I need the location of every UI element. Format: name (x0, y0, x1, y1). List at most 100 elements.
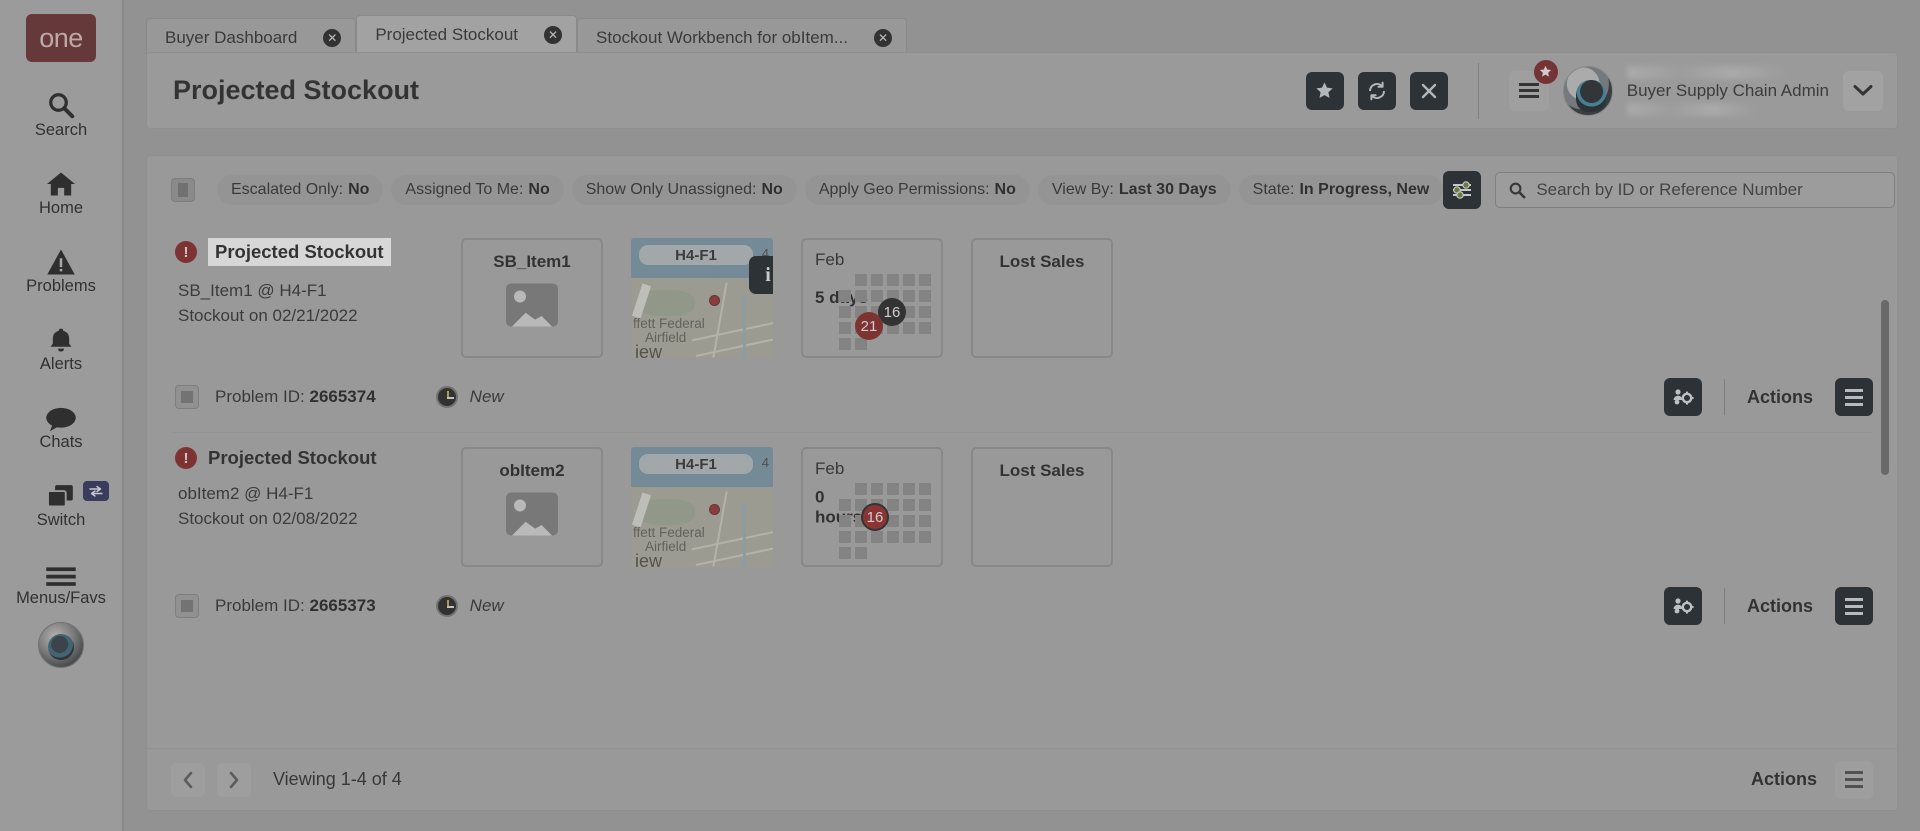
chip-label: Show Only Unassigned: (586, 181, 757, 199)
chip-value: No (528, 181, 549, 199)
search-input-wrap[interactable] (1495, 172, 1895, 208)
filter-chip-state[interactable]: State: In Progress, New (1239, 175, 1444, 205)
user-org-redacted (1627, 103, 1757, 116)
refresh-icon (1366, 80, 1388, 102)
filter-chip-show-only-unassigned[interactable]: Show Only Unassigned: No (572, 175, 797, 205)
calendar-card[interactable]: Feb 5 days 16 21 (801, 238, 943, 358)
row-checkbox[interactable] (175, 594, 199, 618)
tab-stockout-workbench[interactable]: Stockout Workbench for obItem... ✕ (577, 18, 907, 56)
tab-label: Buyer Dashboard (165, 28, 297, 48)
row-checkbox[interactable] (175, 385, 199, 409)
map-card[interactable]: H4-F1 4 ffett Federal Airfield iew (631, 447, 773, 567)
lost-sales-card[interactable]: Lost Sales (971, 447, 1113, 567)
user-menu-caret[interactable] (1843, 71, 1883, 111)
tab-label: Stockout Workbench for obItem... (596, 28, 848, 48)
sidebar-item-problems[interactable]: Problems (0, 240, 123, 296)
row-footer: Problem ID: 2665373 New (171, 587, 1873, 625)
filter-chip-apply-geo-permissions[interactable]: Apply Geo Permissions: No (805, 175, 1030, 205)
lost-sales-card[interactable]: Lost Sales (971, 238, 1113, 358)
chip-value: No (761, 181, 782, 199)
item-card-title: obItem2 (463, 461, 601, 481)
filter-chip-view-by[interactable]: View By: Last 30 Days (1038, 175, 1231, 205)
app-area: Buyer Dashboard ✕ Projected Stockout ✕ S… (124, 0, 1920, 831)
tab-buyer-dashboard[interactable]: Buyer Dashboard ✕ (146, 18, 356, 56)
avatar[interactable] (38, 622, 84, 668)
close-icon[interactable]: ✕ (544, 26, 562, 44)
row-title-line: ! Projected Stockout (175, 447, 461, 469)
row-cards: SB_Item1 (461, 238, 1113, 358)
row-subtitle: SB_Item1 @ H4-F1 Stockout on 02/21/2022 (175, 279, 461, 328)
row-content: ! Projected Stockout obItem2 @ H4-F1 Sto… (171, 447, 1873, 567)
prev-page-button[interactable] (171, 763, 205, 797)
item-card[interactable]: SB_Item1 (461, 238, 603, 358)
left-nav-rail: one Search Home Problems Alerts Chats (0, 0, 124, 831)
favorite-button[interactable] (1306, 72, 1344, 110)
close-x-icon (1420, 82, 1438, 100)
row-footer-actions: Actions (1664, 587, 1873, 625)
row-summary: ! Projected Stockout SB_Item1 @ H4-F1 St… (171, 238, 461, 328)
row-actions-label: Actions (1747, 596, 1813, 617)
brand-logo[interactable]: one (26, 14, 96, 62)
sidebar-item-alerts[interactable]: Alerts (0, 318, 123, 374)
table-row[interactable]: ! Projected Stockout obItem2 @ H4-F1 Sto… (171, 433, 1873, 625)
row-title[interactable]: Projected Stockout (208, 447, 377, 469)
filter-toggle-icon[interactable] (171, 178, 195, 202)
table-row[interactable]: ! Projected Stockout SB_Item1 @ H4-F1 St… (171, 224, 1873, 433)
problem-id: Problem ID: 2665373 (215, 596, 376, 616)
user-text: Buyer Supply Chain Admin (1627, 66, 1829, 116)
row-actions-button[interactable] (1835, 587, 1873, 625)
row-footer: Problem ID: 2665374 New (171, 378, 1873, 416)
favorites-badge[interactable] (1534, 60, 1558, 84)
calendar-card[interactable]: Feb 0 hours 16 (801, 447, 943, 567)
chip-label: Apply Geo Permissions: (819, 181, 990, 199)
sidebar-item-label: Alerts (40, 355, 82, 374)
sidebar-item-menus-favs[interactable]: Menus/Favs (0, 552, 123, 608)
status-text: New (470, 387, 504, 407)
close-icon[interactable]: ✕ (874, 29, 892, 47)
problem-id-label: Problem ID: (215, 596, 305, 615)
viewing-count: Viewing 1-4 of 4 (273, 769, 402, 790)
search-input[interactable] (1536, 180, 1882, 200)
user-menu[interactable]: Buyer Supply Chain Admin (1563, 66, 1889, 116)
swap-arrows-icon[interactable] (83, 481, 109, 501)
people-gear-icon[interactable] (1664, 378, 1702, 416)
list-scrollbar[interactable] (1881, 300, 1889, 475)
tab-projected-stockout[interactable]: Projected Stockout ✕ (356, 15, 577, 56)
sidebar-item-switch[interactable]: Switch (0, 474, 123, 530)
map-text: ffett Federal (633, 525, 705, 540)
sidebar-item-search[interactable]: Search (0, 84, 123, 140)
hamburger-icon (45, 552, 77, 588)
info-icon[interactable]: i (749, 256, 773, 294)
map-card[interactable]: H4-F1 4 ffett Federal Airfield iew i (631, 238, 773, 358)
chip-label: View By: (1052, 181, 1114, 199)
footer-actions-button[interactable] (1835, 761, 1873, 799)
item-card-title: SB_Item1 (463, 252, 601, 272)
windows-icon (45, 474, 77, 510)
row-actions-label: Actions (1747, 387, 1813, 408)
item-card[interactable]: obItem2 (461, 447, 603, 567)
exclamation-circle-icon: ! (175, 447, 197, 469)
star-icon (1315, 81, 1334, 100)
chip-label: Escalated Only: (231, 181, 343, 199)
sidebar-item-label: Menus/Favs (16, 589, 106, 608)
close-icon[interactable]: ✕ (323, 29, 341, 47)
refresh-button[interactable] (1358, 72, 1396, 110)
map-text: iew (635, 342, 662, 358)
close-button[interactable] (1410, 72, 1448, 110)
sliders-icon[interactable] (1443, 171, 1481, 209)
filter-chip-assigned-to-me[interactable]: Assigned To Me: No (391, 175, 563, 205)
row-item-location: obItem2 @ H4-F1 (178, 482, 461, 507)
search-icon (1508, 181, 1526, 199)
sidebar-item-chats[interactable]: Chats (0, 396, 123, 452)
row-actions-button[interactable] (1835, 378, 1873, 416)
sidebar-item-label: Search (35, 121, 87, 140)
filter-chip-escalated-only[interactable]: Escalated Only: No (217, 175, 383, 205)
divider (1724, 379, 1725, 415)
next-page-button[interactable] (217, 763, 251, 797)
row-title[interactable]: Projected Stockout (208, 238, 391, 266)
sidebar-item-home[interactable]: Home (0, 162, 123, 218)
page-title: Projected Stockout (173, 75, 419, 106)
menu-favorites-wrap (1509, 71, 1549, 111)
people-gear-icon[interactable] (1664, 587, 1702, 625)
user-role: Buyer Supply Chain Admin (1627, 81, 1829, 101)
